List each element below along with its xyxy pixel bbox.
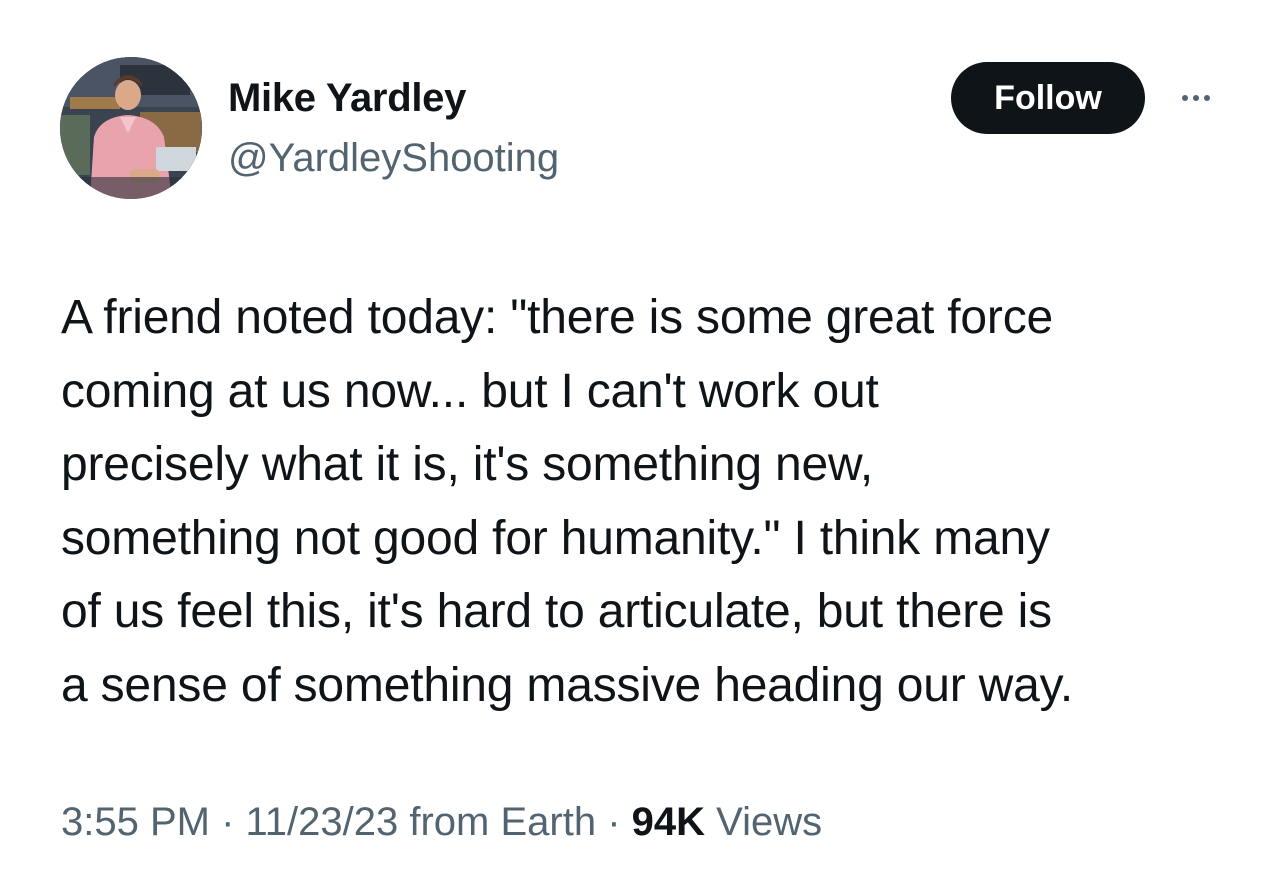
tweet-text-line: A friend noted today: "there is some gre… (61, 291, 1054, 344)
tweet-text-line: of us feel this, it's hard to articulate… (61, 585, 1052, 638)
avatar-photo-icon (60, 57, 202, 199)
author-handle[interactable]: @YardleyShooting (228, 134, 559, 182)
avatar[interactable] (60, 57, 202, 199)
tweet-meta: 3:55 PM · 11/23/23 from Earth · 94K View… (61, 796, 822, 848)
tweet-date[interactable]: 11/23/23 (246, 800, 399, 844)
more-dot (1193, 95, 1199, 101)
tweet-time[interactable]: 3:55 PM (61, 800, 210, 844)
follow-button[interactable]: Follow (951, 62, 1145, 134)
tweet-source: from Earth (398, 800, 597, 844)
views-label: Views (705, 800, 823, 844)
more-dot (1204, 95, 1210, 101)
tweet-text-line: precisely what it is, it's something new… (61, 438, 873, 491)
tweet-text-line: something not good for humanity." I thin… (61, 511, 1050, 565)
tweet-text: A friend noted today: "there is some gre… (61, 281, 1241, 722)
author-name[interactable]: Mike Yardley (228, 74, 466, 122)
views-count[interactable]: 94K (632, 800, 705, 844)
tweet-text-line: coming at us now... but I can't work out (61, 364, 879, 418)
meta-separator: · (209, 800, 246, 844)
more-options-icon[interactable] (1172, 82, 1220, 114)
more-dot (1182, 95, 1188, 101)
tweet-text-line: a sense of something massive heading our… (61, 658, 1074, 712)
meta-separator: · (596, 800, 632, 844)
tweet-card: Mike Yardley @YardleyShooting Follow A f… (0, 0, 1284, 875)
